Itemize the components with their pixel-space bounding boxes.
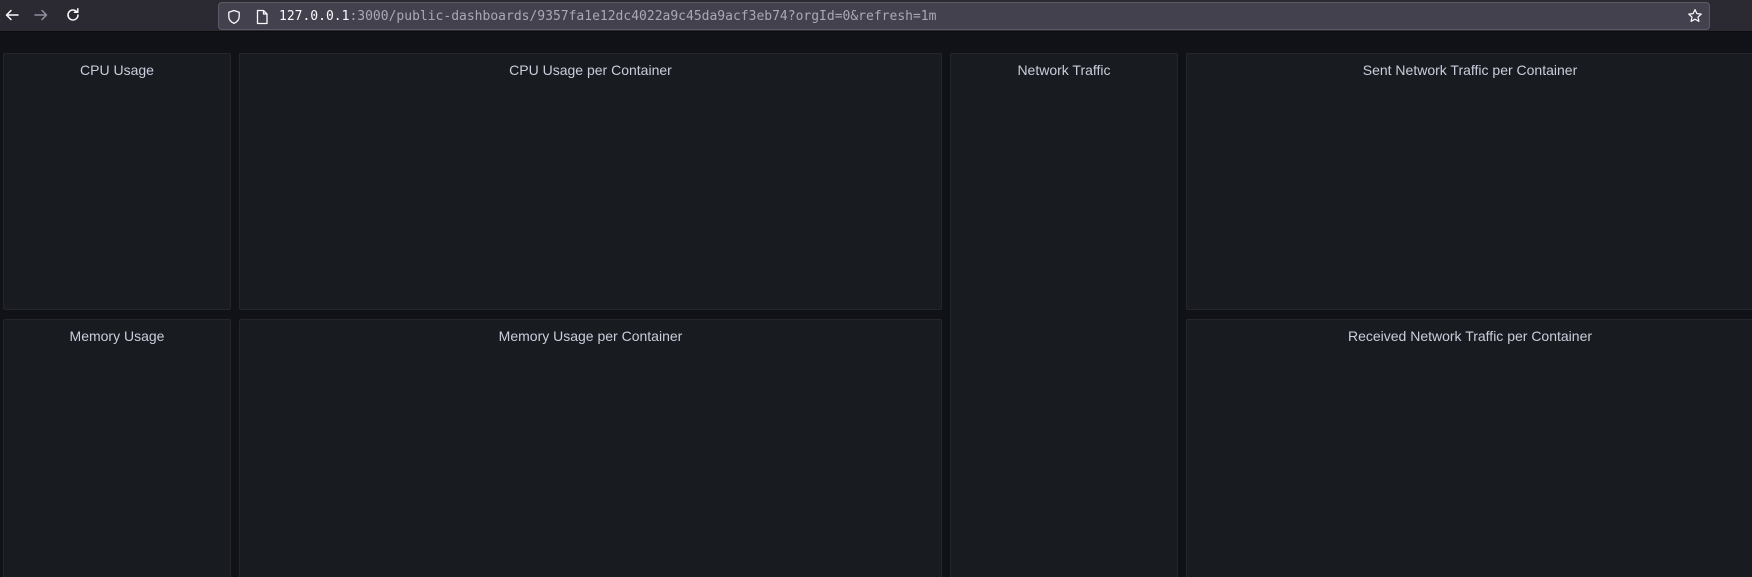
dashboard-grid: CPU Usage CPU Usage per Container Networ… [0, 33, 1752, 577]
panel-cpu-usage-per-container[interactable]: CPU Usage per Container [239, 53, 942, 310]
address-bar[interactable]: 127.0.0.1:3000/public-dashboards/9357fa1… [218, 2, 1710, 30]
star-icon[interactable] [1687, 8, 1703, 29]
forward-button[interactable] [29, 3, 53, 27]
url-host: 127.0.0.1 [279, 9, 350, 24]
arrow-left-icon [4, 7, 20, 23]
panel-title: Received Network Traffic per Container [1347, 328, 1593, 344]
back-button[interactable] [0, 3, 24, 27]
panel-memory-usage-per-container[interactable]: Memory Usage per Container [239, 319, 942, 577]
panel-received-network-traffic-per-container[interactable]: Received Network Traffic per Container [1186, 319, 1752, 577]
page-icon[interactable] [255, 9, 269, 30]
url-text[interactable]: 127.0.0.1:3000/public-dashboards/9357fa1… [279, 9, 936, 24]
reload-button[interactable] [61, 3, 85, 27]
arrow-right-icon [33, 7, 49, 23]
panel-title: CPU Usage per Container [509, 62, 672, 78]
panel-sent-network-traffic-per-container[interactable]: Sent Network Traffic per Container [1186, 53, 1752, 310]
panel-title: CPU Usage [80, 62, 154, 78]
shield-icon[interactable] [226, 9, 242, 30]
panel-title: Sent Network Traffic per Container [1362, 62, 1578, 78]
url-path: :3000/public-dashboards/9357fa1e12dc4022… [349, 9, 937, 24]
panel-memory-usage[interactable]: Memory Usage [3, 319, 231, 577]
browser-toolbar: 127.0.0.1:3000/public-dashboards/9357fa1… [0, 0, 1752, 32]
panel-title: Memory Usage [69, 328, 165, 344]
panel-title: Memory Usage per Container [498, 328, 683, 344]
reload-icon [65, 7, 81, 23]
panel-title: Network Traffic [1017, 62, 1111, 78]
panel-cpu-usage[interactable]: CPU Usage [3, 53, 231, 310]
panel-network-traffic[interactable]: Network Traffic [950, 53, 1178, 577]
